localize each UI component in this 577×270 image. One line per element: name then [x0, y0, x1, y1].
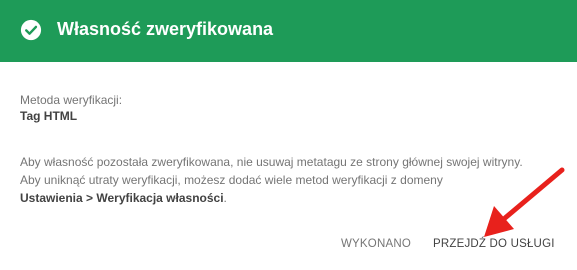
- dialog-title: Własność zweryfikowana: [57, 19, 274, 39]
- dialog-header: Własność zweryfikowana: [0, 0, 577, 62]
- go-to-service-button[interactable]: PRZEJDŹ DO USŁUGI: [433, 236, 555, 252]
- info-text: Aby własność pozostała zweryfikowana, ni…: [20, 153, 565, 207]
- verification-method-value: Tag HTML: [20, 109, 78, 123]
- settings-path: Ustawienia > Weryfikacja własności: [20, 191, 224, 205]
- check-circle-icon: [20, 19, 42, 41]
- verification-method-label: Metoda weryfikacji:: [20, 93, 123, 107]
- info-line-3-tail: .: [223, 191, 227, 205]
- verification-dialog: Własność zweryfikowana Metoda weryfikacj…: [0, 0, 577, 270]
- info-line-3: Ustawienia > Weryfikacja własności.: [20, 189, 565, 207]
- info-line-2: Aby uniknąć utraty weryfikacji, możesz d…: [20, 173, 443, 187]
- info-line-1: Aby własność pozostała zweryfikowana, ni…: [20, 155, 523, 169]
- done-button[interactable]: WYKONANO: [341, 236, 411, 252]
